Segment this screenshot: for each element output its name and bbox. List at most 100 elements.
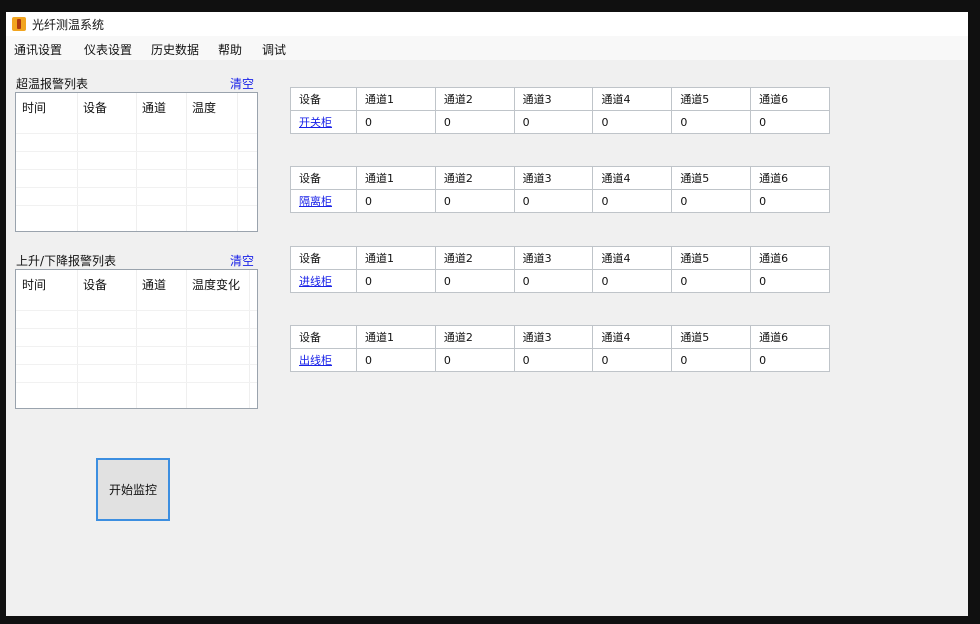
header-channel-3: 通道3: [513, 87, 594, 111]
grid-line: [16, 364, 257, 365]
window-title: 光纤测温系统: [32, 18, 105, 32]
over-temp-alarm-list[interactable]: 时间 设备 通道 温度: [15, 92, 258, 232]
header-channel-6: 通道6: [750, 87, 830, 111]
channel-value: 0: [671, 110, 752, 134]
header-channel-6: 通道6: [750, 246, 830, 270]
channel-value: 0: [356, 189, 436, 213]
channel-value: 0: [513, 269, 594, 293]
over-temp-alarm-label: 超温报警列表: [16, 77, 89, 91]
grid-line: [249, 270, 250, 408]
grid-line: [77, 270, 78, 408]
channel-value: 0: [356, 269, 436, 293]
channel-value: 0: [513, 189, 594, 213]
channel-value: 0: [356, 110, 436, 134]
device-name-cell: 开关柜: [290, 110, 357, 134]
header-channel-5: 通道5: [671, 166, 752, 190]
header-channel-2: 通道2: [434, 166, 515, 190]
channel-value: 0: [592, 348, 673, 372]
menu-history-data[interactable]: 历史数据: [151, 41, 199, 58]
grid-line: [16, 310, 257, 311]
header-channel-5: 通道5: [671, 87, 752, 111]
table-header-row: 设备 通道1 通道2 通道3 通道4 通道5 通道6: [290, 246, 830, 270]
channel-value: 0: [434, 189, 515, 213]
device-name-cell: 出线柜: [290, 348, 357, 372]
device-name-cell: 进线柜: [290, 269, 357, 293]
channel-value: 0: [592, 189, 673, 213]
menu-comm-settings[interactable]: 通讯设置: [14, 41, 62, 58]
grid-line: [136, 270, 137, 408]
header-channel-3: 通道3: [513, 325, 594, 349]
header-channel-5: 通道5: [671, 325, 752, 349]
grid-line: [16, 133, 257, 134]
channel-value: 0: [356, 348, 436, 372]
device-table-incoming: 设备 通道1 通道2 通道3 通道4 通道5 通道6 进线柜 0 0 0 0 0…: [290, 246, 830, 293]
channel-value: 0: [671, 269, 752, 293]
header-channel-5: 通道5: [671, 246, 752, 270]
column-header-device[interactable]: 设备: [83, 99, 107, 116]
menu-instrument-settings[interactable]: 仪表设置: [84, 41, 132, 58]
channel-value: 0: [671, 348, 752, 372]
header-channel-2: 通道2: [434, 325, 515, 349]
column-header-channel[interactable]: 通道: [142, 276, 166, 293]
device-link-incoming[interactable]: 进线柜: [299, 275, 332, 288]
menu-bar: 通讯设置 仪表设置 历史数据 帮助 调试: [6, 36, 968, 60]
device-name-cell: 隔离柜: [290, 189, 357, 213]
channel-value: 0: [434, 348, 515, 372]
device-link-isolation[interactable]: 隔离柜: [299, 195, 332, 208]
column-header-time[interactable]: 时间: [22, 276, 46, 293]
column-header-channel[interactable]: 通道: [142, 99, 166, 116]
title-bar: 光纤测温系统: [6, 12, 968, 36]
device-table-switchgear: 设备 通道1 通道2 通道3 通道4 通道5 通道6 开关柜 0 0 0 0 0…: [290, 87, 830, 134]
grid-line: [237, 93, 238, 231]
header-channel-1: 通道1: [356, 325, 436, 349]
header-channel-3: 通道3: [513, 166, 594, 190]
grid-line: [16, 328, 257, 329]
menu-debug[interactable]: 调试: [262, 41, 286, 58]
app-window: 光纤测温系统 通讯设置 仪表设置 历史数据 帮助 调试 超温报警列表 清空 时间…: [6, 12, 968, 616]
table-row: 开关柜 0 0 0 0 0 0: [290, 110, 830, 134]
header-channel-4: 通道4: [592, 246, 673, 270]
header-channel-6: 通道6: [750, 325, 830, 349]
grid-line: [77, 93, 78, 231]
grid-line: [16, 382, 257, 383]
table-header-row: 设备 通道1 通道2 通道3 通道4 通道5 通道6: [290, 325, 830, 349]
rise-fall-alarm-label: 上升/下降报警列表: [16, 254, 117, 268]
header-channel-2: 通道2: [434, 246, 515, 270]
table-header-row: 设备 通道1 通道2 通道3 通道4 通道5 通道6: [290, 87, 830, 111]
grid-line: [186, 93, 187, 231]
device-link-switchgear[interactable]: 开关柜: [299, 116, 332, 129]
column-header-temperature-change[interactable]: 温度变化: [192, 276, 240, 293]
header-channel-6: 通道6: [750, 166, 830, 190]
header-channel-4: 通道4: [592, 166, 673, 190]
grid-line: [16, 169, 257, 170]
rise-fall-clear-link[interactable]: 清空: [230, 252, 254, 269]
device-link-outgoing[interactable]: 出线柜: [299, 354, 332, 367]
rise-fall-alarm-list[interactable]: 时间 设备 通道 温度变化: [15, 269, 258, 409]
table-row: 隔离柜 0 0 0 0 0 0: [290, 189, 830, 213]
table-row: 进线柜 0 0 0 0 0 0: [290, 269, 830, 293]
grid-line: [16, 205, 257, 206]
device-table-isolation: 设备 通道1 通道2 通道3 通道4 通道5 通道6 隔离柜 0 0 0 0 0…: [290, 166, 830, 213]
channel-value: 0: [750, 189, 830, 213]
channel-value: 0: [513, 348, 594, 372]
table-header-row: 设备 通道1 通道2 通道3 通道4 通道5 通道6: [290, 166, 830, 190]
column-header-device[interactable]: 设备: [83, 276, 107, 293]
menu-help[interactable]: 帮助: [218, 41, 242, 58]
channel-value: 0: [750, 269, 830, 293]
header-channel-3: 通道3: [513, 246, 594, 270]
header-channel-1: 通道1: [356, 87, 436, 111]
column-header-time[interactable]: 时间: [22, 99, 46, 116]
over-temp-clear-link[interactable]: 清空: [230, 75, 254, 92]
channel-value: 0: [750, 348, 830, 372]
header-channel-2: 通道2: [434, 87, 515, 111]
channel-value: 0: [434, 110, 515, 134]
header-channel-4: 通道4: [592, 87, 673, 111]
channel-value: 0: [434, 269, 515, 293]
grid-line: [136, 93, 137, 231]
table-row: 出线柜 0 0 0 0 0 0: [290, 348, 830, 372]
header-device: 设备: [290, 246, 357, 270]
column-header-temperature[interactable]: 温度: [192, 99, 216, 116]
header-device: 设备: [290, 87, 357, 111]
start-monitoring-button[interactable]: 开始监控: [96, 458, 170, 521]
device-table-outgoing: 设备 通道1 通道2 通道3 通道4 通道5 通道6 出线柜 0 0 0 0 0…: [290, 325, 830, 372]
